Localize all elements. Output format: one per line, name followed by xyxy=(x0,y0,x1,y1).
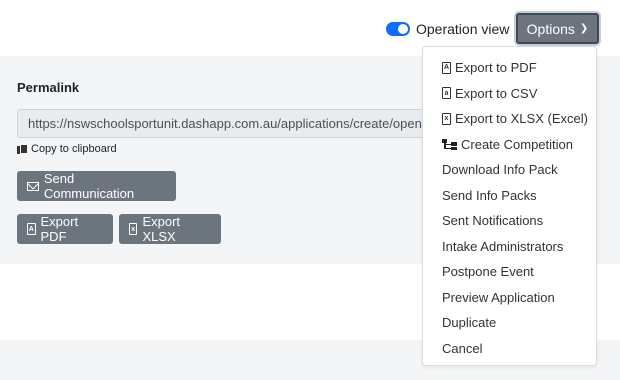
send-communication-label: Send Communication xyxy=(43,171,135,201)
menu-item-export-csv[interactable]: a Export to CSV xyxy=(423,81,596,107)
send-communication-button[interactable]: Send Communication xyxy=(17,171,176,201)
menu-item-label: Cancel xyxy=(442,340,483,356)
export-pdf-label: Export PDF xyxy=(40,214,79,244)
menu-item-create-competition[interactable]: Create Competition xyxy=(423,132,596,158)
toggle-knob xyxy=(398,24,408,34)
menu-item-label: Sent Notifications xyxy=(442,213,544,229)
export-xlsx-label: Export XLSX xyxy=(142,214,181,244)
chevron-down-icon: ❯ xyxy=(579,23,589,34)
export-xlsx-button[interactable]: x Export XLSX xyxy=(119,214,221,244)
menu-item-export-xlsx[interactable]: x Export to XLSX (Excel) xyxy=(423,106,596,132)
sitemap-icon xyxy=(442,138,457,150)
menu-item-label: Export to CSV xyxy=(455,85,538,101)
menu-item-postpone-event[interactable]: Postpone Event xyxy=(423,259,596,285)
options-button[interactable]: Options ❯ xyxy=(516,13,599,44)
file-pdf-icon: A xyxy=(442,61,451,74)
menu-item-label: Preview Application xyxy=(442,289,555,305)
copy-to-clipboard-link[interactable]: Copy to clipboard xyxy=(17,143,117,155)
options-dropdown-menu: A Export to PDF a Export to CSV x Export… xyxy=(422,46,597,366)
menu-item-label: Postpone Event xyxy=(442,264,534,280)
menu-item-download-info-pack[interactable]: Download Info Pack xyxy=(423,157,596,183)
permalink-title: Permalink xyxy=(17,80,80,95)
menu-item-label: Create Competition xyxy=(461,136,573,152)
copy-to-clipboard-label: Copy to clipboard xyxy=(31,143,117,155)
menu-item-label: Intake Administrators xyxy=(442,238,564,254)
file-excel-icon: x xyxy=(442,112,451,125)
file-excel-icon: x xyxy=(129,223,138,235)
menu-item-preview-application[interactable]: Preview Application xyxy=(423,285,596,311)
export-pdf-button[interactable]: A Export PDF xyxy=(17,214,113,244)
menu-item-duplicate[interactable]: Duplicate xyxy=(423,310,596,336)
options-button-label: Options xyxy=(526,20,575,37)
operation-view-toggle[interactable] xyxy=(386,22,410,36)
permalink-field[interactable]: https://nswschoolsportunit.dashapp.com.a… xyxy=(17,109,437,138)
file-pdf-icon: A xyxy=(27,223,36,235)
menu-item-label: Export to XLSX (Excel) xyxy=(455,111,588,127)
menu-item-cancel[interactable]: Cancel xyxy=(423,336,596,362)
file-csv-icon: a xyxy=(442,87,451,100)
menu-item-export-pdf[interactable]: A Export to PDF xyxy=(423,55,596,81)
menu-item-intake-administrators[interactable]: Intake Administrators xyxy=(423,234,596,260)
operation-view-toggle-group[interactable]: Operation view xyxy=(386,21,509,37)
menu-item-label: Export to PDF xyxy=(455,60,537,76)
operation-view-label[interactable]: Operation view xyxy=(416,21,509,37)
menu-item-send-info-packs[interactable]: Send Info Packs xyxy=(423,183,596,209)
menu-item-label: Send Info Packs xyxy=(442,187,537,203)
envelope-icon xyxy=(27,181,39,191)
menu-item-label: Download Info Pack xyxy=(442,162,558,178)
menu-item-label: Duplicate xyxy=(442,315,497,331)
menu-item-sent-notifications[interactable]: Sent Notifications xyxy=(423,208,596,234)
copy-icon xyxy=(17,143,28,155)
